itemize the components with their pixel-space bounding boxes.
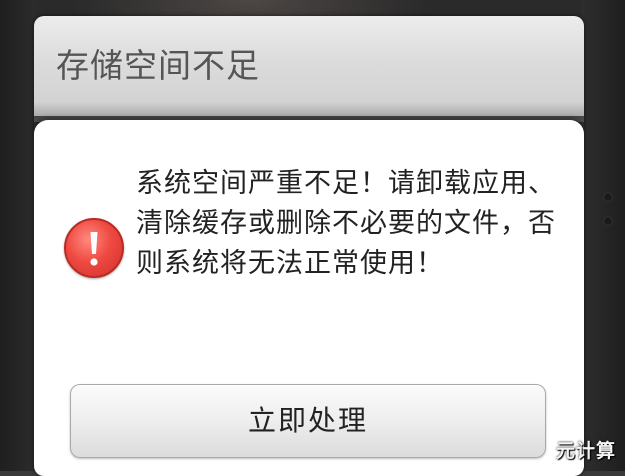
handle-now-button[interactable]: 立即处理 — [70, 384, 546, 458]
left-screen-edge — [0, 0, 36, 471]
right-screen-edge — [581, 0, 625, 471]
warning-icon — [64, 218, 124, 278]
header-divider-shadow — [34, 102, 584, 122]
dialog-header: 存储空间不足 — [34, 16, 584, 116]
exclamation-glyph — [90, 232, 98, 266]
low-storage-dialog: 存储空间不足 系统空间严重不足！请卸载应用、清除缓存或删除不必要的文件，否则系统… — [34, 16, 584, 476]
dialog-body: 系统空间严重不足！请卸载应用、清除缓存或删除不必要的文件，否则系统将无法正常使用… — [34, 120, 584, 476]
side-indicator-dot — [603, 192, 613, 202]
dialog-message: 系统空间严重不足！请卸载应用、清除缓存或删除不必要的文件，否则系统将无法正常使用… — [136, 168, 556, 279]
side-indicator-dot — [603, 216, 613, 226]
dialog-title: 存储空间不足 — [56, 46, 260, 85]
handle-now-button-label: 立即处理 — [247, 404, 368, 437]
watermark-logo: 元计算 — [556, 440, 617, 462]
